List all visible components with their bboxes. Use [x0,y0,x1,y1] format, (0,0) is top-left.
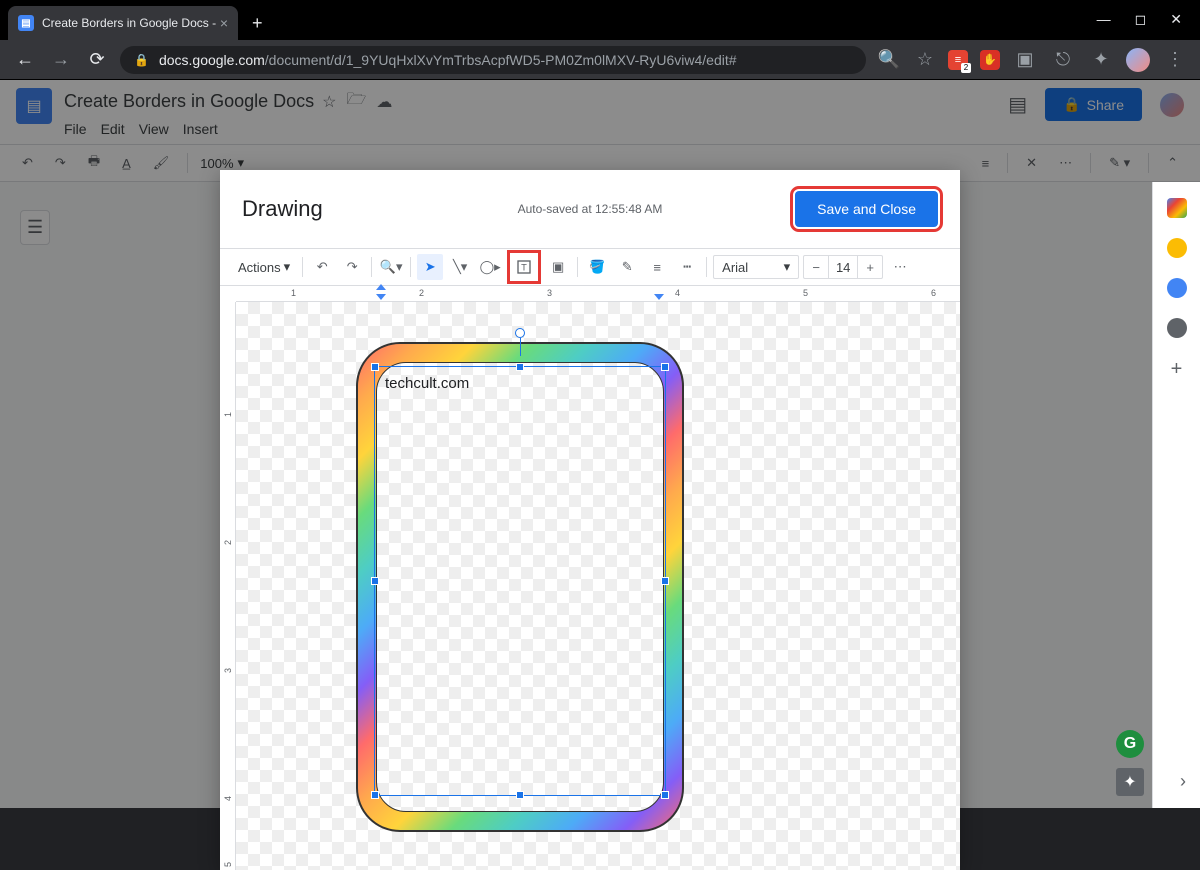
image-tool-icon[interactable]: ▣ [545,254,571,280]
border-weight-icon[interactable]: ≡ [644,254,670,280]
textbox-text[interactable]: techcult.com [375,367,665,400]
browser-tab[interactable]: ▤ Create Borders in Google Docs - × [8,6,238,40]
undo-icon[interactable]: ↶ [309,254,335,280]
reload-icon[interactable]: ⟳ [84,49,110,70]
profile-avatar[interactable] [1126,48,1150,72]
resize-handle-e[interactable] [661,577,669,585]
right-marker-icon[interactable] [654,294,664,300]
extension-icons: ≡2 ✋ ▣ ⎋ ✦ ⋮ [948,48,1188,72]
font-size-value[interactable]: 14 [828,256,858,278]
docs-app: ▤ Create Borders in Google Docs ☆ 🗁 ☁ Fi… [0,80,1200,808]
drawing-canvas[interactable]: techcult.com [236,302,960,870]
more-tools-icon[interactable]: ⋯ [887,254,913,280]
adblock-ext-icon[interactable]: ✋ [980,50,1000,70]
window-controls: — ◻ ✕ [1097,11,1200,40]
cast-icon[interactable]: ⎋ [1050,49,1076,70]
svg-text:T: T [521,262,527,272]
resize-handle-w[interactable] [371,577,379,585]
indent-marker-icon[interactable] [376,294,386,300]
tab-title: Create Borders in Google Docs - [42,16,216,30]
dropdown-icon: ▾ [784,259,791,275]
tasks-icon[interactable] [1167,278,1187,298]
line-tool-icon[interactable]: ╲▾ [447,254,473,280]
textbox-selection[interactable]: techcult.com [374,366,666,796]
drawing-toolbar: Actions▾ ↶ ↷ 🔍▾ ➤ ╲▾ ◯▸ T ▣ 🪣 ✎ ≡ ┅ Aria… [220,248,960,286]
calendar-icon[interactable] [1167,198,1187,218]
todoist-ext-icon[interactable]: ≡2 [948,50,968,70]
forward-icon[interactable]: → [48,49,74,70]
save-and-close-button[interactable]: Save and Close [795,191,938,227]
explore-icon[interactable]: ✦ [1116,768,1144,796]
drawing-dialog: Drawing Auto-saved at 12:55:48 AM Save a… [220,170,960,870]
resize-handle-ne[interactable] [661,363,669,371]
dialog-header: Drawing Auto-saved at 12:55:48 AM Save a… [220,170,960,248]
rotate-line [520,338,521,356]
border-dash-icon[interactable]: ┅ [674,254,700,280]
increase-icon[interactable]: + [858,256,882,278]
shape-tool-icon[interactable]: ◯▸ [477,254,503,280]
autosave-status: Auto-saved at 12:55:48 AM [518,202,663,216]
font-size-stepper[interactable]: − 14 + [803,255,883,279]
resize-handle-s[interactable] [516,791,524,799]
textbox-tool-icon[interactable]: T [511,254,537,280]
border-color-icon[interactable]: ✎ [614,254,640,280]
close-tab-icon[interactable]: × [220,15,228,31]
menu-icon[interactable]: ⋮ [1162,49,1188,70]
grammarly-icon[interactable]: G [1116,730,1144,758]
zoom-icon[interactable]: 🔍▾ [378,254,404,280]
bookmark-icon[interactable]: ☆ [912,49,938,70]
contacts-icon[interactable] [1167,318,1187,338]
back-icon[interactable]: ← [12,49,38,70]
keep-icon[interactable] [1167,238,1187,258]
resize-handle-n[interactable] [516,363,524,371]
dropdown-icon: ▾ [284,259,291,275]
pip-icon[interactable]: ▣ [1012,49,1038,70]
decrease-icon[interactable]: − [804,256,828,278]
url-host: docs.google.com [159,52,265,68]
maximize-icon[interactable]: ◻ [1135,11,1147,28]
canvas-wrap: 1 2 3 4 5 techcult.com [220,302,960,870]
side-panel: + [1152,182,1200,808]
rotate-handle[interactable] [515,328,525,338]
resize-handle-se[interactable] [661,791,669,799]
address-bar: ← → ⟳ 🔒 docs.google.com/document/d/1_9YU… [0,40,1200,80]
redo-icon[interactable]: ↷ [339,254,365,280]
textbox-tool-highlight: T [507,250,541,284]
add-panel-icon[interactable]: + [1171,358,1183,381]
search-icon[interactable]: 🔍 [876,49,902,70]
fill-color-icon[interactable]: 🪣 [584,254,610,280]
font-select[interactable]: Arial▾ [713,255,799,279]
close-window-icon[interactable]: ✕ [1170,11,1182,28]
url-path: /document/d/1_9YUqHxlXvYmTrbsAcpfWD5-PM0… [265,52,737,68]
url-field[interactable]: 🔒 docs.google.com/document/d/1_9YUqHxlXv… [120,46,866,74]
hide-panel-icon[interactable]: › [1180,771,1186,792]
ruler-vertical: 1 2 3 4 5 [220,302,236,870]
browser-titlebar: ▤ Create Borders in Google Docs - × + — … [0,0,1200,40]
minimize-icon[interactable]: — [1097,11,1111,28]
docs-favicon: ▤ [18,15,34,31]
ruler-horizontal: 1 2 3 4 5 6 [236,286,960,302]
resize-handle-nw[interactable] [371,363,379,371]
select-tool-icon[interactable]: ➤ [417,254,443,280]
dialog-title: Drawing [242,196,323,222]
extensions-icon[interactable]: ✦ [1088,49,1114,70]
new-tab-button[interactable]: + [252,13,263,34]
margin-marker-icon[interactable] [376,284,386,290]
resize-handle-sw[interactable] [371,791,379,799]
lock-icon: 🔒 [134,53,149,67]
actions-menu[interactable]: Actions▾ [232,255,296,279]
